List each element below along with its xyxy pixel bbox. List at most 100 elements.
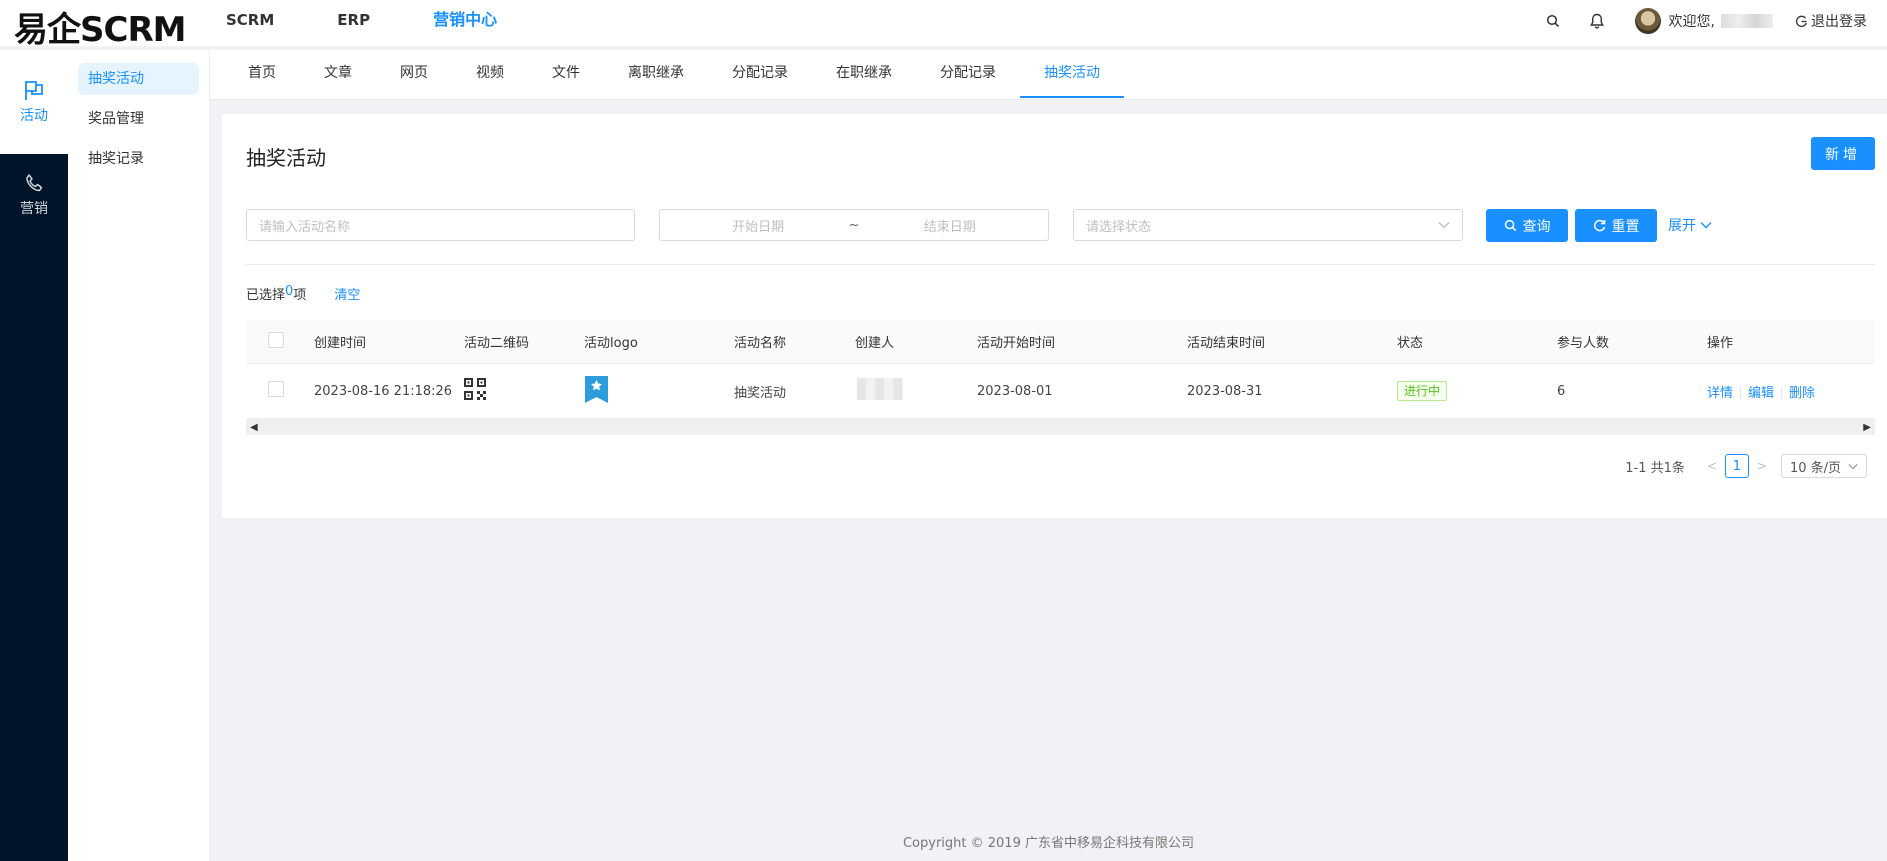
- topnav-marketing-center[interactable]: 营销中心: [433, 0, 497, 40]
- row-select-cell: [246, 381, 314, 401]
- add-button[interactable]: 新增: [1811, 137, 1875, 170]
- tab-webpages[interactable]: 网页: [376, 50, 452, 100]
- flag-icon: [25, 81, 43, 100]
- rail-item-label: 营销: [20, 201, 48, 217]
- date-separator: ~: [848, 217, 860, 233]
- pagination: 1-1 共1条 < 1 > 10 条/页: [1625, 454, 1867, 478]
- edit-link[interactable]: 编辑: [1748, 386, 1774, 401]
- logout-icon: [1795, 15, 1807, 27]
- qr-code-icon[interactable]: [464, 378, 486, 400]
- welcome-text: 欢迎您,: [1668, 14, 1715, 30]
- status-cell: 进行中: [1397, 381, 1557, 401]
- delete-link[interactable]: 删除: [1789, 386, 1815, 401]
- user-menu[interactable]: 欢迎您,: [1634, 8, 1773, 34]
- tab-resigned-inheritance[interactable]: 离职继承: [604, 50, 708, 100]
- sidebar-item-lottery-records[interactable]: 抽奖记录: [78, 143, 199, 175]
- creator-cell: [855, 378, 977, 404]
- pagination-total: 1-1 共1条: [1625, 460, 1685, 476]
- blurred-username: [1721, 14, 1773, 28]
- tab-active-inheritance[interactable]: 在职继承: [812, 50, 916, 100]
- start-time-cell: 2023-08-01: [977, 383, 1053, 399]
- next-page-icon[interactable]: >: [1757, 459, 1767, 473]
- column-header: 参与人数: [1557, 336, 1610, 351]
- phone-icon: [26, 174, 43, 192]
- chevron-down-icon: [1700, 222, 1712, 229]
- topnav-scrm[interactable]: SCRM: [226, 0, 274, 40]
- clear-selection-link[interactable]: 清空: [334, 284, 360, 303]
- column-header: 活动logo: [584, 336, 638, 351]
- rail-item-marketing[interactable]: 营销: [0, 154, 68, 232]
- tab-lottery[interactable]: 抽奖活动: [1020, 50, 1124, 100]
- logout-button[interactable]: 退出登录: [1795, 11, 1867, 31]
- logo-cell: [584, 375, 734, 408]
- top-nav: SCRM ERP 营销中心: [226, 0, 560, 40]
- reset-button[interactable]: 重置: [1575, 209, 1657, 242]
- selection-count: 0: [285, 284, 294, 299]
- column-header: 操作: [1707, 336, 1734, 351]
- status-select[interactable]: 请选择状态: [1073, 209, 1463, 241]
- rail-item-activity[interactable]: 活动: [0, 50, 68, 154]
- page-number-current[interactable]: 1: [1724, 454, 1749, 478]
- reset-label: 重置: [1611, 218, 1640, 235]
- main-card: 抽奖活动 新增 请输入活动名称 开始日期 ~ 结束日期 请选择状态 查询 重置 …: [222, 114, 1887, 518]
- participants-cell: 6: [1557, 383, 1566, 399]
- operations-cell: 详情 编辑 删除: [1707, 382, 1867, 401]
- expand-label: 展开: [1668, 218, 1696, 234]
- page-tabs: 首页 文章 网页 视频 文件 离职继承 分配记录 在职继承 分配记录 抽奖活动: [210, 50, 1887, 100]
- details-link[interactable]: 详情: [1707, 386, 1733, 401]
- horizontal-scrollbar[interactable]: ◀ ▶: [246, 419, 1875, 435]
- page-size-select[interactable]: 10 条/页: [1781, 454, 1867, 478]
- activity-name-cell: 抽奖活动: [734, 385, 787, 401]
- avatar: [1634, 8, 1661, 34]
- tab-files[interactable]: 文件: [528, 50, 604, 100]
- tab-articles[interactable]: 文章: [300, 50, 376, 100]
- tab-allocation-records-2[interactable]: 分配记录: [916, 50, 1020, 100]
- filter-divider: [246, 264, 1875, 265]
- select-all-cell: [246, 331, 314, 352]
- logout-label: 退出登录: [1811, 14, 1867, 30]
- star-bookmark-icon: [585, 375, 608, 403]
- blurred-creator: [857, 378, 903, 400]
- column-header: 活动名称: [734, 336, 787, 351]
- search-icon: [1504, 219, 1516, 232]
- query-label: 查询: [1522, 218, 1551, 235]
- sidebar-item-lottery[interactable]: 抽奖活动: [78, 63, 199, 95]
- primary-rail: 活动 营销: [0, 50, 68, 861]
- search-icon[interactable]: [1543, 11, 1563, 31]
- secondary-sidebar: 抽奖活动 奖品管理 抽奖记录: [68, 50, 210, 861]
- tab-allocation-records[interactable]: 分配记录: [708, 50, 812, 100]
- start-date-placeholder: 开始日期: [732, 219, 785, 235]
- expand-toggle[interactable]: 展开: [1668, 215, 1712, 235]
- app-logo: 易企SCRM: [14, 10, 186, 50]
- bell-icon[interactable]: [1587, 11, 1607, 31]
- activity-name-input[interactable]: 请输入活动名称: [246, 209, 635, 241]
- query-button[interactable]: 查询: [1486, 209, 1568, 242]
- selection-suffix: 项: [293, 288, 307, 303]
- table-header: 创建时间 活动二维码 活动logo 活动名称 创建人 活动开始时间 活动结束时间…: [246, 320, 1875, 364]
- column-header: 创建时间: [314, 336, 367, 351]
- op-divider: [1781, 387, 1783, 399]
- prev-page-icon[interactable]: <: [1707, 459, 1717, 473]
- add-button-label: 新增: [1825, 146, 1861, 163]
- created-time-cell: 2023-08-16 21:18:26: [314, 383, 453, 399]
- row-checkbox[interactable]: [268, 381, 284, 397]
- scroll-left-icon[interactable]: ◀: [250, 422, 258, 433]
- column-header: 活动开始时间: [977, 336, 1056, 351]
- tab-home[interactable]: 首页: [224, 50, 300, 100]
- activity-name-placeholder: 请输入活动名称: [259, 219, 351, 235]
- sidebar-item-prizes[interactable]: 奖品管理: [78, 103, 199, 135]
- select-all-checkbox[interactable]: [268, 331, 284, 348]
- date-range-picker[interactable]: 开始日期 ~ 结束日期: [659, 209, 1049, 241]
- status-badge: 进行中: [1397, 381, 1448, 401]
- top-header: 易企SCRM SCRM ERP 营销中心 欢迎您, 退出登录: [0, 0, 1887, 50]
- header-actions: 欢迎您, 退出登录: [1519, 0, 1867, 42]
- chevron-down-icon: [1438, 222, 1450, 229]
- scroll-right-icon[interactable]: ▶: [1863, 422, 1871, 433]
- selection-prefix: 已选择: [246, 288, 286, 303]
- end-date-placeholder: 结束日期: [923, 219, 976, 235]
- selection-summary: 已选择 0 项 清空: [246, 284, 360, 303]
- rail-item-label: 活动: [20, 108, 48, 124]
- column-header: 活动结束时间: [1187, 336, 1266, 351]
- topnav-erp[interactable]: ERP: [337, 0, 370, 40]
- tab-videos[interactable]: 视频: [452, 50, 528, 100]
